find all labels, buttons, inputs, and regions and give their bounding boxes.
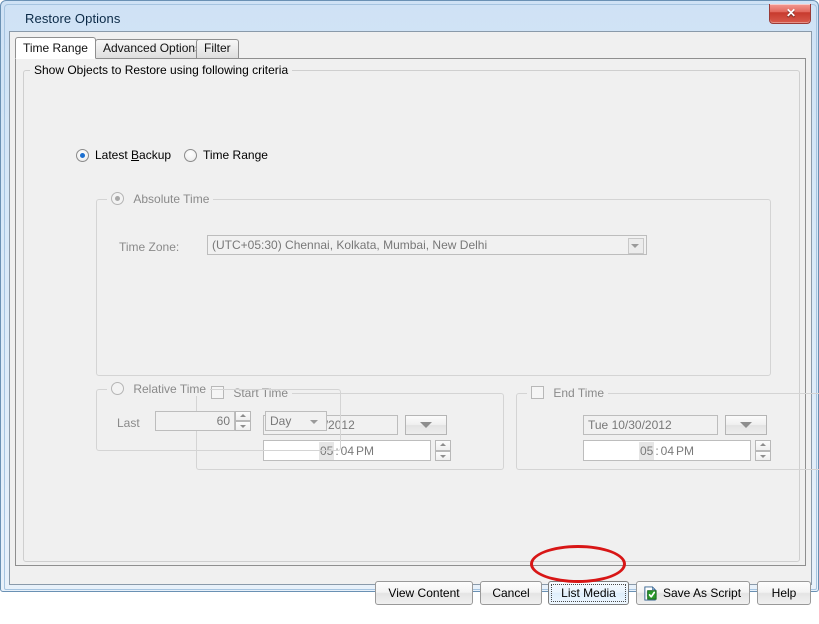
end-time-field[interactable]: 05 : 04 PM: [583, 440, 751, 461]
radio-time-range[interactable]: Time Range: [184, 148, 268, 162]
cancel-button[interactable]: Cancel: [480, 581, 542, 605]
radio-time-range-indicator[interactable]: [184, 149, 197, 162]
relative-unit-value: Day: [270, 414, 291, 428]
title-bar[interactable]: Restore Options ✕: [5, 5, 816, 31]
absolute-time-label: Absolute Time: [133, 192, 209, 206]
start-date-dropdown-button[interactable]: [405, 415, 447, 435]
end-time-spinner[interactable]: [755, 440, 771, 461]
tab-advanced-options[interactable]: Advanced Options: [95, 39, 209, 58]
tab-filter[interactable]: Filter: [196, 39, 239, 58]
end-time-minute[interactable]: 04: [660, 442, 675, 460]
criteria-group: Show Objects to Restore using following …: [23, 70, 800, 562]
caret-up-icon: [760, 443, 766, 446]
radio-latest-backup[interactable]: Latest Backup: [76, 148, 171, 162]
absolute-time-group: Absolute Time Time Zone: (UTC+05:30) Che…: [96, 199, 771, 376]
script-icon: [643, 586, 658, 601]
start-time-meridiem[interactable]: PM: [355, 442, 375, 460]
caret-down-icon: [240, 425, 246, 428]
tab-time-range[interactable]: Time Range: [15, 37, 96, 59]
chevron-down-icon: [740, 422, 752, 428]
view-content-button[interactable]: View Content: [375, 581, 473, 605]
window-title: Restore Options: [25, 11, 120, 26]
end-time-hour[interactable]: 05: [639, 442, 654, 460]
end-time-group: End Time Tue 10/30/2012 05 :: [516, 393, 819, 470]
end-time-value: 05 : 04 PM: [584, 441, 750, 460]
end-time-label: End Time: [553, 386, 604, 400]
list-media-button[interactable]: List Media: [548, 581, 629, 605]
chevron-down-icon: [420, 422, 432, 428]
end-time-spinner-up[interactable]: [755, 440, 771, 451]
relative-count-field[interactable]: 60: [155, 411, 235, 431]
end-date-value: Tue 10/30/2012: [588, 418, 672, 432]
caret-down-icon: [440, 455, 446, 458]
caret-up-icon: [240, 414, 246, 417]
relative-count-spinner-up[interactable]: [235, 411, 251, 421]
caret-down-icon: [760, 455, 766, 458]
end-time-meridiem[interactable]: PM: [675, 442, 695, 460]
time-zone-value: (UTC+05:30) Chennai, Kolkata, Mumbai, Ne…: [212, 238, 487, 252]
absolute-time-group-header[interactable]: Absolute Time: [107, 192, 213, 206]
time-zone-label: Time Zone:: [119, 240, 179, 254]
checkbox-end-time[interactable]: [531, 386, 544, 399]
radio-absolute-time-indicator[interactable]: [111, 192, 124, 205]
save-as-script-label: Save As Script: [663, 586, 741, 600]
end-date-field[interactable]: Tue 10/30/2012: [583, 415, 718, 435]
criteria-group-label: Show Objects to Restore using following …: [30, 63, 292, 77]
tab-page-time-range: Show Objects to Restore using following …: [15, 58, 806, 566]
relative-time-group-header[interactable]: Relative Time: [107, 382, 210, 396]
help-button[interactable]: Help: [757, 581, 811, 605]
close-button[interactable]: ✕: [769, 4, 811, 24]
relative-count-value: 60: [217, 414, 230, 428]
tab-strip: Time Range Advanced Options Filter: [15, 37, 806, 58]
time-zone-combo[interactable]: (UTC+05:30) Chennai, Kolkata, Mumbai, Ne…: [207, 235, 647, 255]
start-time-minute[interactable]: 04: [340, 442, 355, 460]
close-icon: ✕: [770, 4, 812, 24]
radio-relative-time-indicator[interactable]: [111, 382, 124, 395]
end-date-dropdown-button[interactable]: [725, 415, 767, 435]
radio-time-range-label: Time Range: [203, 148, 268, 162]
start-time-spinner-up[interactable]: [435, 440, 451, 451]
end-time-group-header[interactable]: End Time: [527, 386, 608, 400]
dialog-window: Restore Options ✕ Time Range Advanced Op…: [0, 0, 819, 592]
end-time-spinner-down[interactable]: [755, 451, 771, 462]
relative-count-spinner-down[interactable]: [235, 421, 251, 431]
relative-count-spinner[interactable]: [235, 411, 251, 431]
relative-time-label: Relative Time: [133, 382, 206, 396]
chevron-down-glyph: [631, 244, 639, 248]
start-time-spinner-down[interactable]: [435, 451, 451, 462]
save-as-script-button[interactable]: Save As Script: [636, 581, 750, 605]
radio-latest-backup-indicator[interactable]: [76, 149, 89, 162]
start-time-spinner[interactable]: [435, 440, 451, 461]
radio-latest-backup-label: Latest Backup: [95, 148, 171, 162]
chevron-down-icon[interactable]: [310, 420, 318, 424]
relative-time-group: Relative Time Last 60 Day: [96, 389, 341, 451]
dialog-button-bar: View Content Cancel List Media Save As S…: [10, 572, 811, 624]
dialog-client-area: Time Range Advanced Options Filter Show …: [9, 31, 812, 585]
caret-up-icon: [440, 443, 446, 446]
last-label: Last: [117, 416, 140, 430]
accel-char: B: [131, 148, 139, 162]
relative-unit-combo[interactable]: Day: [265, 411, 327, 431]
